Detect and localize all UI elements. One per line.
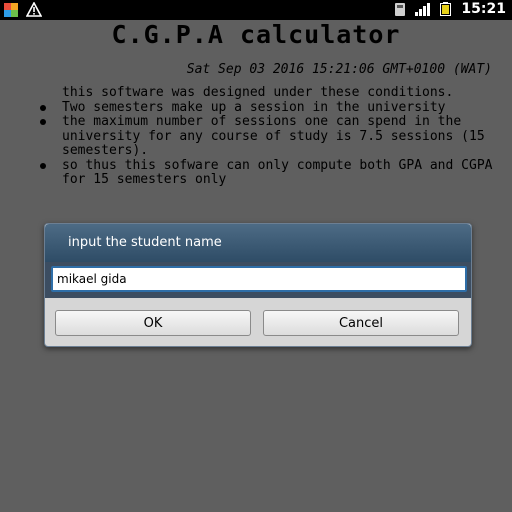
- cancel-button[interactable]: Cancel: [263, 310, 459, 336]
- student-name-dialog: input the student name OK Cancel: [44, 223, 472, 347]
- intro-text: this software was designed under these c…: [62, 85, 454, 100]
- status-time: 15:21: [461, 1, 506, 17]
- warning-icon: [26, 2, 42, 17]
- ok-button[interactable]: OK: [55, 310, 251, 336]
- list-item: Two semesters make up a session in the u…: [40, 100, 512, 116]
- current-date: Sat Sep 03 2016 15:21:06 GMT+0100 (WAT): [186, 62, 492, 77]
- signal-icon: [415, 2, 431, 16]
- dialog-body: [45, 262, 471, 298]
- dialog-header: input the student name: [45, 224, 471, 262]
- status-bar: 15:21: [0, 0, 512, 20]
- dialog-title: input the student name: [68, 235, 222, 250]
- app-grid-icon: [4, 2, 18, 17]
- list-item: so thus this sofware can only compute bo…: [40, 158, 512, 188]
- conditions-list: Two semesters make up a session in the u…: [40, 100, 512, 188]
- battery-icon: [440, 2, 452, 16]
- list-item: the maximum number of sessions one can s…: [40, 114, 512, 159]
- sd-card-icon: [395, 2, 406, 16]
- conditions-text: this software was designed under these c…: [40, 85, 512, 188]
- page-title: C.G.P.A calculator: [111, 20, 401, 49]
- student-name-input[interactable]: [51, 266, 467, 292]
